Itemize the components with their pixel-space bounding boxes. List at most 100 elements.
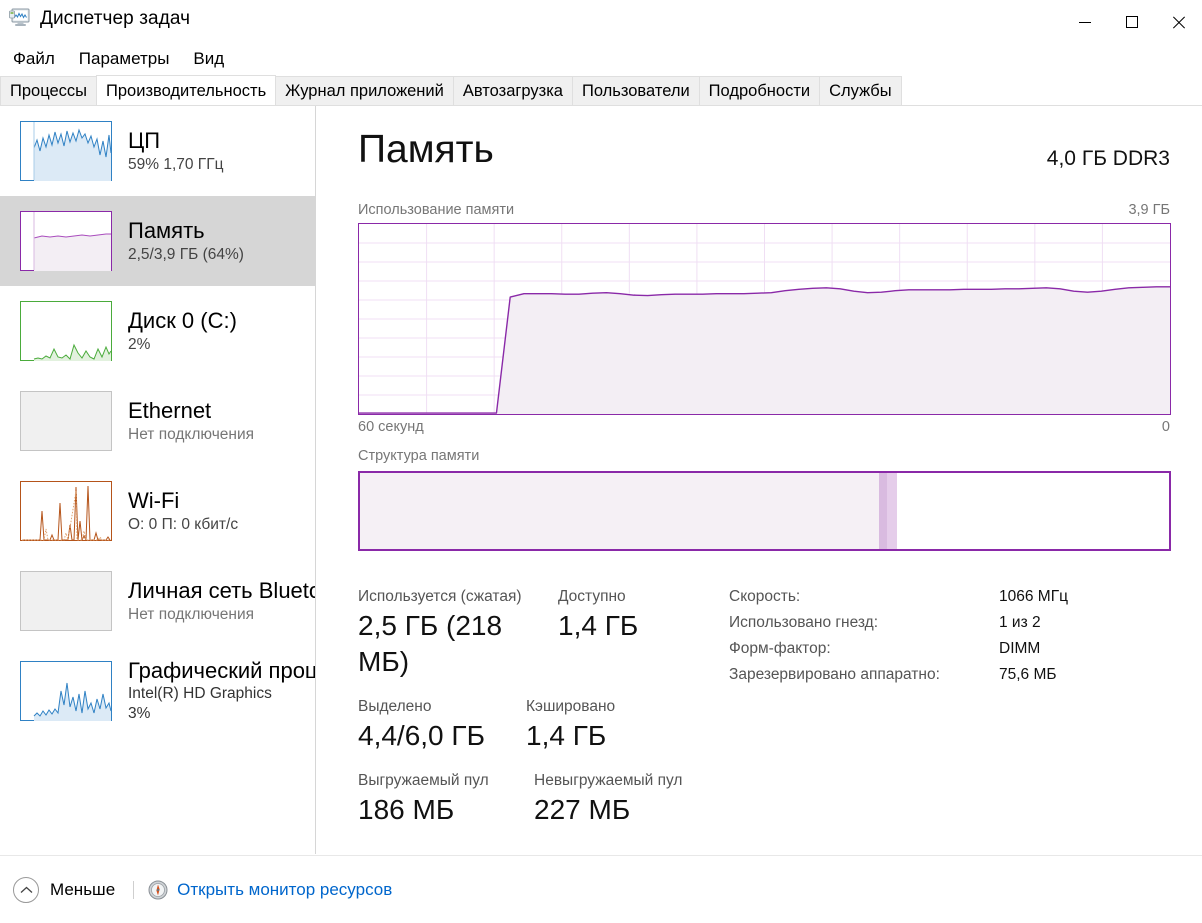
- sidebar-item-cpu-label: ЦП: [128, 127, 161, 153]
- stat-in-use-value: 2,5 ГБ (218 МБ): [358, 610, 503, 677]
- stat-nonpaged-pool: Невыгружаемый пул 227 МБ: [534, 770, 682, 828]
- close-button[interactable]: [1155, 0, 1202, 44]
- memory-detail-panel: Память 4,0 ГБ DDR3 Использование памяти …: [317, 106, 1202, 854]
- stat-committed: Выделено 4,4/6,0 ГБ: [358, 696, 526, 754]
- tab-startup[interactable]: Автозагрузка: [452, 76, 573, 105]
- detail-slots-key: Использовано гнезд:: [729, 614, 879, 631]
- composition-modified-segment: [878, 473, 888, 549]
- stats-row-1: Используется (сжатая) 2,5 ГБ (218 МБ) До…: [358, 586, 718, 696]
- sidebar-item-cpu-meta: ЦП 59% 1,70 ГГц: [128, 128, 223, 175]
- stats-row-3: Выгружаемый пул 186 МБ Невыгружаемый пул…: [358, 770, 718, 844]
- tab-processes[interactable]: Процессы: [0, 76, 98, 105]
- resource-list: ЦП 59% 1,70 ГГц Память 2,5/3,9 ГБ (64%): [0, 106, 316, 854]
- fewer-details-label: Меньше: [50, 879, 116, 899]
- stat-paged-pool-label: Выгружаемый пул: [358, 772, 489, 789]
- stat-available: Доступно 1,4 ГБ: [558, 586, 638, 680]
- sidebar-item-cpu-sub: 59% 1,70 ГГц: [128, 155, 224, 173]
- sidebar-item-memory-sub: 2,5/3,9 ГБ (64%): [128, 245, 244, 263]
- menu-bar: Файл Параметры Вид: [0, 44, 1202, 74]
- graph-axis-right: 0: [1161, 419, 1170, 435]
- sidebar-item-wifi-sub: О: 0 П: 0 кбит/с: [128, 515, 239, 533]
- sidebar-item-memory-meta: Память 2,5/3,9 ГБ (64%): [128, 218, 244, 265]
- memory-usage-chart[interactable]: [358, 223, 1171, 415]
- menu-item-view[interactable]: Вид: [190, 48, 227, 70]
- detail-form-factor: Форм-фактор: DIMM: [729, 640, 1109, 658]
- stat-committed-label: Выделено: [358, 698, 432, 715]
- open-resource-monitor-button[interactable]: Открыть монитор ресурсов: [148, 880, 392, 900]
- memory-stats: Используется (сжатая) 2,5 ГБ (218 МБ) До…: [358, 586, 718, 844]
- stat-cached-value: 1,4 ГБ: [526, 720, 607, 751]
- graph-axis-labels: 60 секунд 0: [358, 419, 1170, 435]
- memory-composition-bar[interactable]: [358, 471, 1171, 551]
- detail-hardware-reserved-value: 75,6 МБ: [999, 666, 1057, 683]
- graph-axis-left: 60 секунд: [358, 419, 424, 435]
- sidebar-item-gpu[interactable]: Графический процессор 0 Intel(R) HD Grap…: [0, 646, 315, 736]
- detail-speed-value: 1066 МГц: [999, 588, 1068, 605]
- window-title: Диспетчер задач: [40, 8, 191, 29]
- detail-form-factor-key: Форм-фактор:: [729, 640, 831, 657]
- stat-cached: Кэшировано 1,4 ГБ: [526, 696, 615, 754]
- sidebar-item-memory[interactable]: Память 2,5/3,9 ГБ (64%): [0, 196, 315, 286]
- cpu-sparkline: [20, 121, 112, 181]
- stat-available-value: 1,4 ГБ: [558, 610, 639, 641]
- tab-users[interactable]: Пользователи: [571, 76, 700, 105]
- memory-details: Скорость: 1066 МГц Использовано гнезд: 1…: [729, 588, 1109, 692]
- sidebar-item-ethernet-meta: Ethernet Нет подключения: [128, 398, 254, 445]
- stat-paged-pool: Выгружаемый пул 186 МБ: [358, 770, 534, 828]
- sidebar-item-ethernet[interactable]: Ethernet Нет подключения: [0, 376, 315, 466]
- menu-item-file[interactable]: Файл: [10, 48, 58, 70]
- stat-cached-label: Кэшировано: [526, 698, 616, 715]
- detail-hardware-reserved-key: Зарезервировано аппаратно:: [729, 666, 940, 683]
- stat-nonpaged-pool-value: 227 МБ: [534, 794, 631, 825]
- sidebar-item-disk-label: Диск 0 (C:): [128, 307, 237, 333]
- tab-performance[interactable]: Производительность: [96, 75, 277, 105]
- minimize-button[interactable]: [1061, 0, 1108, 44]
- graph-caption: Использование памяти 3,9 ГБ: [358, 202, 1170, 218]
- sidebar-item-ethernet-label: Ethernet: [128, 397, 212, 423]
- tab-strip: Процессы Производительность Журнал прило…: [0, 75, 1202, 106]
- sidebar-item-bluetooth-sub: Нет подключения: [128, 605, 255, 623]
- memory-usage-chart-svg: [359, 224, 1170, 414]
- menu-item-options[interactable]: Параметры: [76, 48, 173, 70]
- task-manager-icon: [9, 8, 31, 28]
- sidebar-item-bluetooth[interactable]: Личная сеть Bluetooth Нет подключения: [0, 556, 315, 646]
- open-resource-monitor-label[interactable]: Открыть монитор ресурсов: [177, 880, 392, 900]
- sidebar-item-gpu-sub: Intel(R) HD Graphics: [128, 685, 272, 702]
- content-area: ЦП 59% 1,70 ГГц Память 2,5/3,9 ГБ (64%): [0, 106, 1202, 854]
- detail-form-factor-value: DIMM: [999, 640, 1041, 657]
- maximize-icon: [1125, 16, 1138, 28]
- ethernet-sparkline: [20, 391, 112, 451]
- detail-slots: Использовано гнезд: 1 из 2: [729, 614, 1109, 632]
- hardware-summary: 4,0 ГБ DDR3: [1046, 147, 1170, 170]
- sidebar-item-bluetooth-label: Личная сеть Bluetooth: [128, 577, 315, 603]
- stats-row-2: Выделено 4,4/6,0 ГБ Кэшировано 1,4 ГБ: [358, 696, 718, 770]
- detail-hardware-reserved: Зарезервировано аппаратно: 75,6 МБ: [729, 666, 1109, 684]
- stat-paged-pool-value: 186 МБ: [358, 794, 455, 825]
- composition-standby-segment: [887, 473, 898, 549]
- maximize-button[interactable]: [1108, 0, 1155, 44]
- memory-sparkline: [20, 211, 112, 271]
- task-manager-window: Диспетчер задач Файл Параметры Вид Проце…: [0, 0, 1202, 923]
- detail-speed-key: Скорость:: [729, 588, 801, 605]
- detail-slots-value: 1 из 2: [999, 614, 1041, 631]
- graph-caption-right: 3,9 ГБ: [1128, 202, 1170, 218]
- graph-caption-left: Использование памяти: [358, 202, 515, 218]
- sidebar-item-wifi[interactable]: Wi-Fi О: 0 П: 0 кбит/с: [0, 466, 315, 556]
- sidebar-item-disk[interactable]: Диск 0 (C:) 2%: [0, 286, 315, 376]
- resource-monitor-icon: [148, 880, 168, 900]
- bluetooth-sparkline: [20, 571, 112, 631]
- tab-app-history[interactable]: Журнал приложений: [275, 76, 454, 105]
- panel-header: Память 4,0 ГБ DDR3: [358, 128, 1170, 172]
- sidebar-item-ethernet-sub: Нет подключения: [128, 425, 255, 443]
- tab-details[interactable]: Подробности: [698, 76, 821, 105]
- stat-committed-value: 4,4/6,0 ГБ: [358, 720, 485, 751]
- composition-caption: Структура памяти: [358, 448, 480, 464]
- sidebar-item-disk-meta: Диск 0 (C:) 2%: [128, 308, 237, 355]
- gpu-sparkline: [20, 661, 112, 721]
- fewer-details-button[interactable]: Меньше: [13, 876, 116, 903]
- sidebar-item-memory-label: Память: [128, 217, 205, 243]
- tab-services[interactable]: Службы: [819, 76, 902, 105]
- sidebar-item-cpu[interactable]: ЦП 59% 1,70 ГГц: [0, 106, 315, 196]
- sidebar-item-wifi-label: Wi-Fi: [128, 487, 180, 513]
- disk-sparkline: [20, 301, 112, 361]
